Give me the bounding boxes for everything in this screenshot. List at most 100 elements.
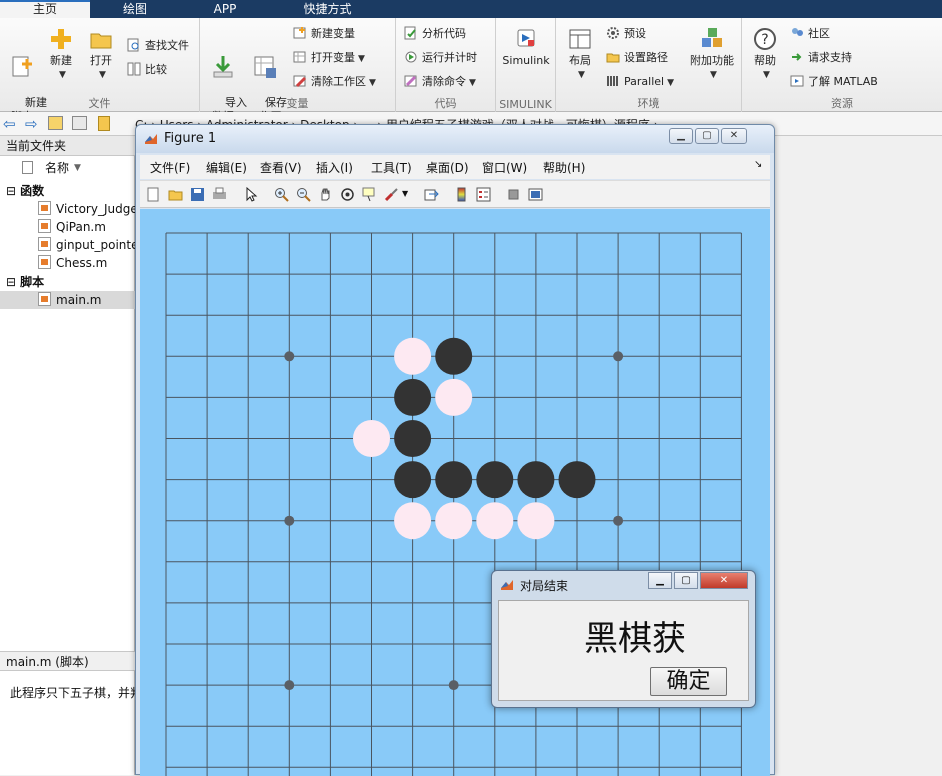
open-variable-icon bbox=[293, 51, 306, 63]
forward-arrow-icon[interactable]: ⇨ bbox=[25, 115, 38, 133]
function-file-icon bbox=[38, 201, 51, 215]
menu-item[interactable]: 窗口(W) bbox=[482, 159, 527, 176]
ribbon-tab-strip: 主页 绘图 APP 快捷方式 bbox=[0, 0, 942, 18]
list-item[interactable]: Victory_Judge.m bbox=[38, 200, 135, 218]
menu-item[interactable]: 插入(I) bbox=[316, 159, 353, 176]
new-button[interactable]: 新建 ▼ bbox=[44, 26, 78, 82]
compare-button[interactable]: 比较 bbox=[127, 60, 167, 80]
menu-item[interactable]: 编辑(E) bbox=[206, 159, 247, 176]
preferences-button[interactable]: 预设 bbox=[606, 24, 646, 44]
dialog-minimize-button[interactable]: ▁ bbox=[648, 572, 672, 589]
learn-matlab-icon bbox=[790, 75, 804, 87]
analyze-code-button[interactable]: 分析代码 bbox=[404, 24, 466, 44]
parallel-button[interactable]: Parallel ▼ bbox=[606, 72, 674, 92]
menu-item[interactable]: 工具(T) bbox=[371, 159, 412, 176]
up-folder-icon[interactable] bbox=[48, 116, 63, 130]
star-point bbox=[448, 680, 459, 691]
zoom-out-icon[interactable] bbox=[296, 187, 311, 202]
request-support-button[interactable]: 请求支持 bbox=[790, 48, 852, 68]
tab-plots[interactable]: 绘图 bbox=[90, 0, 180, 18]
black-stone bbox=[517, 461, 555, 499]
browse-folder-icon[interactable] bbox=[72, 116, 87, 130]
star-point bbox=[613, 515, 624, 526]
open-variable-button[interactable]: 打开变量 ▼ bbox=[293, 48, 365, 68]
new-variable-button[interactable]: 新建变量 bbox=[293, 24, 355, 44]
open-label: 打开 bbox=[90, 54, 112, 67]
list-item[interactable]: ginput_pointer.m bbox=[38, 236, 135, 254]
rotate-3d-icon[interactable] bbox=[340, 187, 355, 202]
run-and-time-button[interactable]: 运行并计时 bbox=[404, 48, 477, 68]
black-stone bbox=[476, 461, 514, 499]
figure-menubar: 文件(F) 编辑(E) 查看(V) 插入(I) 工具(T) 桌面(D) 窗口(W) 帮助(H)… bbox=[140, 155, 770, 179]
learn-matlab-label: 了解 MATLAB bbox=[808, 75, 878, 88]
brush-dropdown-icon[interactable]: ▼ bbox=[402, 189, 408, 198]
pan-hand-icon[interactable] bbox=[318, 187, 333, 202]
legend-icon[interactable] bbox=[476, 187, 491, 202]
link-plot-icon[interactable] bbox=[424, 187, 439, 202]
figure-titlebar[interactable]: Figure 1 ▁ ▢ ✕ bbox=[136, 125, 774, 153]
section-functions[interactable]: ⊟ 函数 bbox=[6, 182, 44, 199]
menu-item[interactable]: 帮助(H) bbox=[543, 159, 585, 176]
clear-commands-label: 清除命令 bbox=[422, 75, 466, 88]
menu-item[interactable]: 桌面(D) bbox=[426, 159, 469, 176]
new-script-icon bbox=[12, 56, 32, 77]
section-scripts[interactable]: ⊟ 脚本 bbox=[6, 273, 44, 290]
figure-toolbar: ▼ bbox=[140, 180, 770, 208]
new-figure-icon[interactable] bbox=[146, 187, 161, 202]
simulink-button[interactable]: Simulink bbox=[500, 26, 552, 68]
tab-home[interactable]: 主页 bbox=[0, 0, 90, 18]
close-button[interactable]: ✕ bbox=[721, 128, 747, 144]
learn-matlab-button[interactable]: 了解 MATLAB bbox=[790, 72, 878, 92]
compare-icon bbox=[127, 62, 141, 76]
set-path-button[interactable]: 设置路径 bbox=[606, 48, 668, 68]
white-stone bbox=[517, 502, 555, 540]
help-label: 帮助 bbox=[754, 54, 776, 67]
column-header[interactable]: 名称 ▼ bbox=[0, 158, 135, 178]
list-item[interactable]: QiPan.m bbox=[38, 218, 135, 236]
find-files-button[interactable]: 查找文件 bbox=[127, 36, 189, 56]
open-button[interactable]: 打开 ▼ bbox=[84, 26, 118, 82]
help-button[interactable]: ? 帮助 ▼ bbox=[746, 26, 784, 82]
new-label: 新建 bbox=[50, 54, 72, 67]
community-button[interactable]: 社区 bbox=[790, 24, 830, 44]
ok-button[interactable]: 确定 bbox=[650, 667, 727, 696]
colorbar-icon[interactable] bbox=[454, 187, 469, 202]
dock-arrow-icon[interactable]: ↘ bbox=[754, 159, 762, 170]
tab-apps[interactable]: APP bbox=[180, 0, 270, 18]
tab-shortcuts[interactable]: 快捷方式 bbox=[270, 0, 385, 18]
list-item[interactable]: Chess.m bbox=[38, 254, 135, 272]
add-ons-button[interactable]: 附加功能 ▼ bbox=[688, 26, 736, 82]
name-column-label[interactable]: 名称 bbox=[45, 158, 69, 178]
brush-icon[interactable] bbox=[384, 187, 399, 202]
sort-down-icon[interactable]: ▼ bbox=[74, 158, 81, 178]
menu-item[interactable]: 文件(F) bbox=[150, 159, 190, 176]
gear-icon bbox=[607, 27, 619, 39]
pointer-icon[interactable] bbox=[244, 187, 259, 202]
minimize-button[interactable]: ▁ bbox=[669, 128, 693, 144]
simulink-label: Simulink bbox=[502, 54, 550, 67]
data-cursor-icon[interactable] bbox=[362, 187, 377, 202]
clear-commands-button[interactable]: 清除命令 ▼ bbox=[404, 72, 476, 92]
open-file-icon[interactable] bbox=[168, 187, 183, 202]
back-arrow-icon[interactable]: ⇦ bbox=[3, 115, 16, 133]
black-stone bbox=[394, 378, 432, 416]
menu-item[interactable]: 查看(V) bbox=[260, 159, 302, 176]
star-point bbox=[613, 351, 624, 362]
ribbon-group-variable: 导入 数据 保存 工作区 新建变量 打开变量▼ 清除工作区▼ 变量 bbox=[200, 18, 396, 123]
ribbon-group-file: 新建 脚本 新建▼ 打开▼ 查找文件 比较 文件 bbox=[0, 18, 200, 123]
dialog-close-button[interactable]: ✕ bbox=[700, 572, 748, 589]
set-path-icon bbox=[606, 53, 620, 63]
clear-workspace-button[interactable]: 清除工作区 ▼ bbox=[293, 72, 376, 92]
zoom-in-icon[interactable] bbox=[274, 187, 289, 202]
ribbon-group-code: 分析代码 运行并计时 清除命令 ▼ 代码 bbox=[396, 18, 496, 112]
list-item-selected[interactable]: main.m bbox=[0, 291, 135, 309]
ribbon: 新建 脚本 新建▼ 打开▼ 查找文件 比较 文件 导入 数据 保存 工作区 新建… bbox=[0, 18, 942, 123]
print-icon[interactable] bbox=[212, 187, 227, 202]
hide-plot-tools-icon[interactable] bbox=[506, 187, 521, 202]
dialog-maximize-button[interactable]: ▢ bbox=[674, 572, 698, 589]
layout-button[interactable]: 布局 ▼ bbox=[562, 26, 598, 82]
save-icon[interactable] bbox=[190, 187, 205, 202]
details-bar[interactable]: main.m (脚本) bbox=[0, 651, 135, 671]
maximize-button[interactable]: ▢ bbox=[695, 128, 719, 144]
show-plot-tools-icon[interactable] bbox=[528, 187, 543, 202]
